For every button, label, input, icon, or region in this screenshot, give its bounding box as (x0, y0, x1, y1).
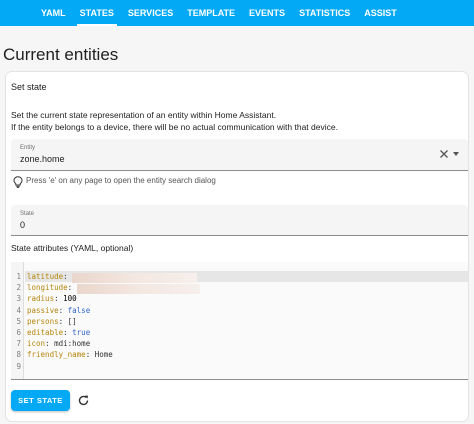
entity-picker[interactable]: Entity zone.home (11, 139, 468, 171)
tab-template[interactable]: TEMPLATE (180, 0, 242, 26)
yaml-key: icon (27, 339, 46, 349)
line-number: 7 (16, 339, 21, 349)
close-icon[interactable] (439, 149, 449, 159)
developer-tools-tabs: YAML STATES SERVICES TEMPLATE EVENTS STA… (34, 0, 404, 26)
yaml-line: editable: true (27, 328, 91, 337)
yaml-value: Home (94, 350, 113, 360)
line-number: 5 (16, 316, 21, 326)
yaml-value: true (72, 328, 91, 337)
tab-events[interactable]: EVENTS (242, 0, 292, 26)
yaml-line: latitude: (27, 272, 197, 283)
yaml-key: longitude (27, 283, 68, 293)
top-tab-bar: YAML STATES SERVICES TEMPLATE EVENTS STA… (0, 0, 474, 26)
page-title: Current entities (3, 45, 119, 64)
description-line-2: If the entity belongs to a device, there… (11, 122, 338, 132)
yaml-key: friendly_name (27, 350, 86, 360)
yaml-key: persons (27, 316, 59, 326)
redacted-value (76, 284, 200, 295)
refresh-icon[interactable] (77, 394, 90, 407)
yaml-key: editable (27, 328, 64, 337)
line-number: 2 (16, 283, 21, 293)
line-number-gutter: 1 2345 6 789 (11, 262, 24, 379)
yaml-key: passive (27, 305, 59, 315)
line-number: 1 (16, 272, 21, 281)
yaml-key: latitude (27, 272, 64, 281)
yaml-line: icon: mdi:home (27, 339, 91, 349)
state-field-label: State (20, 211, 35, 217)
entity-field-label: Entity (20, 145, 36, 151)
yaml-attributes-editor[interactable]: 1 2345 6 789 latitude: longitude: radius: 1… (11, 262, 468, 380)
yaml-value: 100 (63, 294, 77, 304)
set-state-button[interactable]: SET STATE (11, 390, 70, 411)
tab-statistics[interactable]: STATISTICS (292, 0, 357, 26)
yaml-line: radius: 100 (27, 294, 77, 304)
tab-states[interactable]: STATES (73, 0, 121, 26)
yaml-line: persons: [] (27, 316, 77, 326)
yaml-key: radius (27, 294, 55, 304)
tab-yaml[interactable]: YAML (34, 0, 73, 26)
line-number: 3 (16, 294, 21, 304)
line-number: 4 (16, 305, 21, 315)
attributes-label: State attributes (YAML, optional) (11, 243, 134, 253)
line-number: 9 (16, 361, 21, 371)
menu-down-icon[interactable] (453, 152, 459, 156)
entity-search-hint: Press 'e' on any page to open the entity… (26, 176, 216, 185)
description-line-1: Set the current state representation of … (11, 110, 277, 120)
tab-services[interactable]: SERVICES (121, 0, 180, 26)
yaml-line: friendly_name: Home (27, 350, 113, 360)
tab-assist[interactable]: ASSIST (357, 0, 404, 26)
yaml-value: mdi:home (54, 339, 91, 349)
card-title: Set state (11, 82, 47, 92)
yaml-line: longitude: (27, 283, 200, 295)
card-description: Set the current state representation of … (11, 109, 338, 133)
yaml-value: false (67, 305, 91, 315)
line-number: 6 (16, 328, 21, 337)
state-field-value[interactable]: 0 (20, 220, 25, 230)
line-number: 8 (16, 350, 21, 360)
yaml-line: passive: false (27, 305, 91, 315)
entity-field-value[interactable]: zone.home (20, 154, 65, 164)
lightbulb-icon (13, 176, 23, 188)
yaml-value: [] (67, 316, 77, 326)
redacted-value (72, 273, 197, 283)
state-input[interactable]: State 0 (11, 205, 468, 236)
